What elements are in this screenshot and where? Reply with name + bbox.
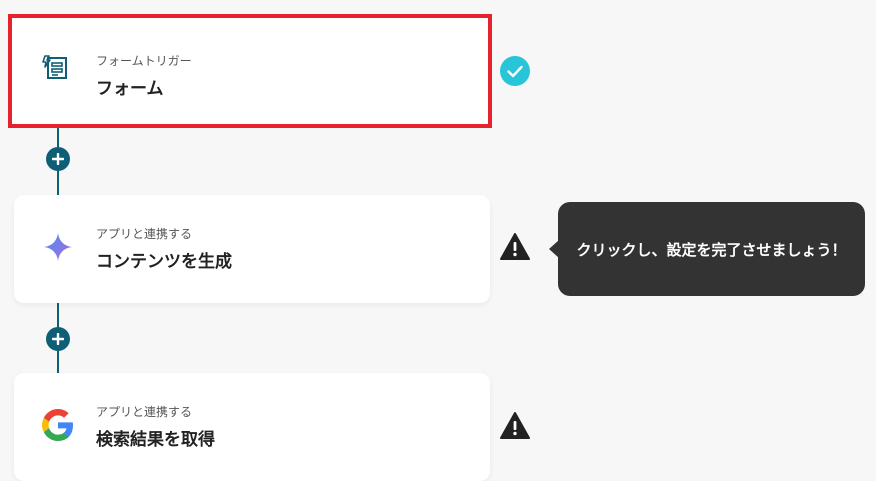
warning-icon bbox=[499, 231, 531, 263]
add-step-button[interactable] bbox=[46, 147, 70, 171]
step-card-search-results[interactable]: アプリと連携する 検索結果を取得 bbox=[14, 373, 490, 481]
tooltip-text: クリックし、設定を完了させましょう！ bbox=[576, 240, 847, 259]
setup-hint-tooltip: クリックし、設定を完了させましょう！ bbox=[549, 202, 865, 296]
step-card-form-trigger[interactable]: フォームトリガー フォーム bbox=[8, 14, 492, 128]
add-step-button[interactable] bbox=[46, 327, 70, 351]
step-subtitle: アプリと連携する bbox=[96, 405, 193, 419]
step-title: フォーム bbox=[96, 79, 164, 99]
step-subtitle: アプリと連携する bbox=[96, 227, 193, 241]
step-title: コンテンツを生成 bbox=[96, 252, 232, 272]
step-subtitle: フォームトリガー bbox=[96, 54, 192, 68]
step-card-generate-content[interactable]: アプリと連携する コンテンツを生成 bbox=[14, 195, 490, 303]
plus-icon bbox=[52, 153, 64, 165]
google-icon bbox=[42, 409, 74, 441]
check-circle-icon bbox=[499, 55, 531, 87]
step-title: 検索結果を取得 bbox=[96, 430, 215, 450]
gemini-sparkle-icon bbox=[42, 231, 74, 263]
warning-icon bbox=[499, 410, 531, 442]
plus-icon bbox=[52, 333, 64, 345]
form-icon bbox=[40, 52, 72, 84]
